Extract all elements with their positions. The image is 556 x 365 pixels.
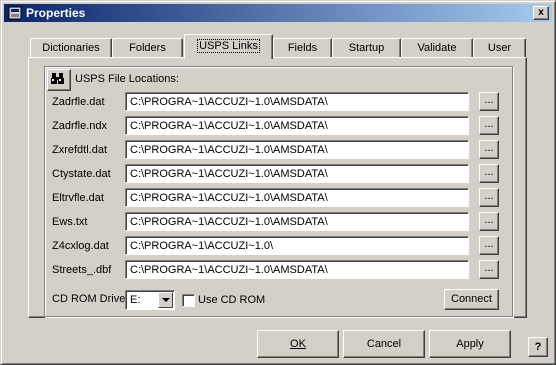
- browse-button[interactable]: ...: [479, 236, 499, 255]
- apply-button[interactable]: Apply: [429, 330, 511, 358]
- file-label: Ctystate.dat: [52, 168, 111, 180]
- cancel-button[interactable]: Cancel: [343, 330, 425, 358]
- tab-validate[interactable]: Validate: [401, 38, 473, 58]
- tab-dictionaries[interactable]: Dictionaries: [30, 38, 112, 58]
- file-label: Zadrfle.dat: [52, 96, 105, 108]
- tab-fields[interactable]: Fields: [273, 38, 332, 58]
- close-button[interactable]: x: [533, 6, 549, 20]
- file-label: Ews.txt: [52, 216, 88, 228]
- properties-dialog: Properties x Dictionaries Folders USPS L…: [0, 0, 556, 365]
- file-label: Eltrvfle.dat: [52, 192, 104, 204]
- browse-button[interactable]: ...: [479, 212, 499, 231]
- path-field[interactable]: C:\PROGRA~1\ACCUZI~1.0\AMSDATA\: [125, 260, 469, 279]
- browse-button[interactable]: ...: [479, 116, 499, 135]
- ok-button[interactable]: OK: [257, 330, 339, 358]
- file-label: Zadrfle.ndx: [52, 120, 108, 132]
- file-label: Z4cxlog.dat: [52, 240, 109, 252]
- cdrom-drive-value: E:: [130, 294, 141, 306]
- path-field[interactable]: C:\PROGRA~1\ACCUZI~1.0\AMSDATA\: [125, 164, 469, 183]
- tab-startup[interactable]: Startup: [332, 38, 401, 58]
- help-button[interactable]: ?: [528, 337, 548, 357]
- browse-button[interactable]: ...: [479, 140, 499, 159]
- group-title: USPS File Locations:: [75, 73, 179, 85]
- window-title: Properties: [26, 6, 86, 20]
- binoculars-icon: [51, 73, 64, 84]
- chevron-down-icon[interactable]: [158, 292, 173, 308]
- path-field[interactable]: C:\PROGRA~1\ACCUZI~1.0\: [125, 236, 469, 255]
- use-cdrom-label[interactable]: Use CD ROM: [198, 294, 265, 306]
- search-button[interactable]: [47, 69, 71, 91]
- cdrom-drive-select[interactable]: E:: [125, 290, 175, 310]
- browse-button[interactable]: ...: [479, 188, 499, 207]
- path-field[interactable]: C:\PROGRA~1\ACCUZI~1.0\AMSDATA\: [125, 188, 469, 207]
- file-label: Zxrefdtl.dat: [52, 144, 108, 156]
- path-field[interactable]: C:\PROGRA~1\ACCUZI~1.0\AMSDATA\: [125, 116, 469, 135]
- connect-button[interactable]: Connect: [444, 289, 499, 310]
- close-icon: x: [538, 7, 544, 18]
- tab-usps-links[interactable]: USPS Links: [184, 34, 273, 59]
- path-field[interactable]: C:\PROGRA~1\ACCUZI~1.0\AMSDATA\: [125, 212, 469, 231]
- browse-button[interactable]: ...: [479, 260, 499, 279]
- tab-user[interactable]: User: [473, 38, 526, 58]
- use-cdrom-checkbox[interactable]: [182, 294, 195, 307]
- cdrom-drive-label: CD ROM Drive:: [52, 293, 129, 305]
- file-label: Streets_.dbf: [52, 264, 112, 276]
- path-field[interactable]: C:\PROGRA~1\ACCUZI~1.0\AMSDATA\: [125, 140, 469, 159]
- app-icon: [8, 6, 22, 20]
- path-field[interactable]: C:\PROGRA~1\ACCUZI~1.0\AMSDATA\: [125, 92, 469, 111]
- tab-folders[interactable]: Folders: [112, 38, 183, 58]
- browse-button[interactable]: ...: [479, 164, 499, 183]
- browse-button[interactable]: ...: [479, 92, 499, 111]
- title-bar[interactable]: Properties x: [4, 4, 552, 22]
